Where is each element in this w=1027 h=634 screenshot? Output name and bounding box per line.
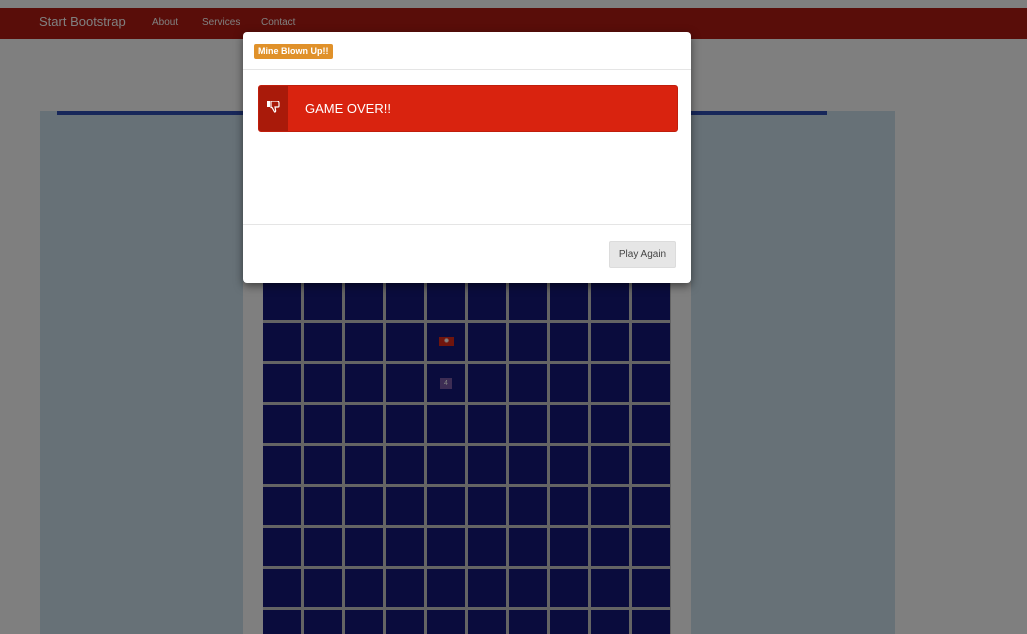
thumbs-down-icon xyxy=(267,101,280,113)
alert-text: GAME OVER!! xyxy=(305,101,391,116)
play-again-button[interactable]: Play Again xyxy=(609,241,676,268)
game-over-modal: Mine Blown Up!! GAME OVER!! Play Again xyxy=(243,32,691,283)
game-over-alert: GAME OVER!! xyxy=(258,85,678,132)
modal-footer: Play Again xyxy=(243,224,691,284)
modal-header: Mine Blown Up!! xyxy=(243,32,691,70)
mine-blown-badge: Mine Blown Up!! xyxy=(254,44,333,59)
alert-icon-box xyxy=(259,86,288,131)
